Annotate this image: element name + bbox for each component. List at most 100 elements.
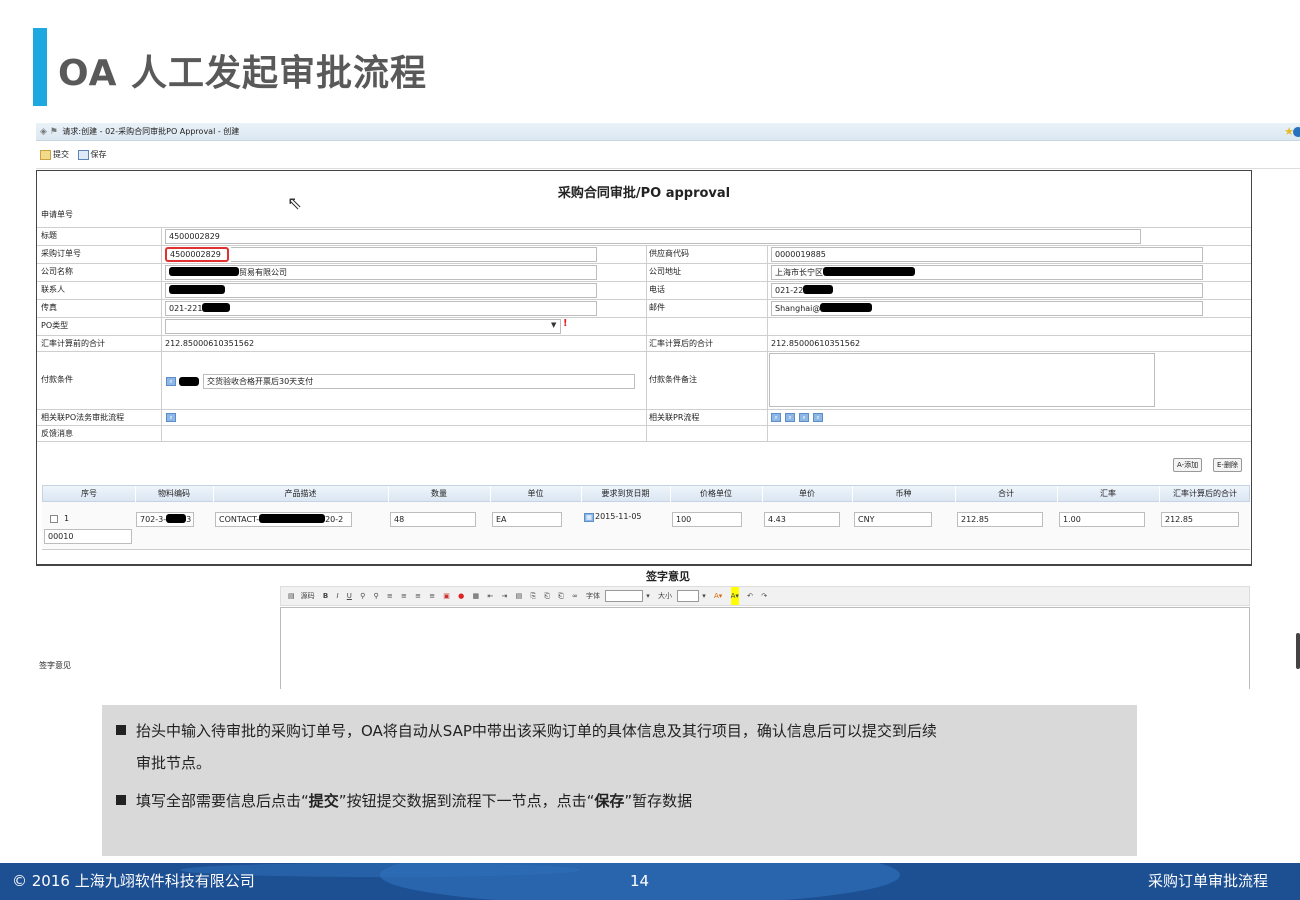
unit-price-input[interactable]: 4.43 [764,512,840,527]
signature-editor[interactable] [280,607,1250,689]
source-button[interactable]: 源码 [301,587,315,605]
calendar-icon[interactable]: ▦ [584,513,594,522]
pre-total-label: 汇率计算前的合计 [41,339,105,348]
contact-label: 联系人 [41,285,65,294]
paste-icon[interactable]: ⎗ [544,587,550,605]
payment-terms-label: 付款条件 [41,375,73,384]
company-label: 公司名称 [41,267,73,276]
total-input[interactable]: 212.85 [957,512,1043,527]
price-unit-input[interactable]: 100 [672,512,742,527]
table-icon[interactable]: ▦ [473,587,480,605]
chevron-down-icon[interactable]: ▾ [702,587,706,605]
search-icon[interactable]: ⌕ [785,413,795,422]
redacted-block [803,285,834,294]
email-label: 邮件 [649,303,665,312]
copyright-text: © 2016 上海九翊软件科技有限公司 [12,872,255,890]
align-center-icon[interactable]: ≡ [401,587,407,605]
notes-box: 抬头中输入待审批的采购订单号，OA将自动从SAP中带出该采购订单的具体信息及其行… [102,705,1137,856]
po-no-input[interactable]: 4500002829 [165,247,229,262]
text-color-icon[interactable]: A▾ [714,587,722,605]
item-no-input[interactable]: 00010 [44,529,132,544]
window-toolbar: 提交 保存 [36,141,1300,169]
po-no-label: 采购订单号 [41,249,81,258]
vendor-code-input[interactable]: 0000019885 [771,247,1203,262]
payment-notes-label: 付款条件备注 [649,375,697,384]
payment-terms-input[interactable]: 交货验收合格开票后30天支付 [203,374,635,389]
company-addr-input[interactable]: 上海市长宁区 [771,265,1203,280]
outdent-icon[interactable]: ⇤ [487,587,493,605]
unit-input[interactable]: EA [492,512,562,527]
post-total-value: 212.85000610351562 [771,339,861,348]
search-icon[interactable]: ⌕ [166,413,176,422]
window-titlebar: ◈ ⚑ 请求:创建 - 02-采购合同审批PO Approval - 创建 ★ [36,123,1300,141]
col-header: 数量 [431,489,447,498]
contact-input[interactable] [165,283,597,298]
page-icon: ◈ ⚑ [40,127,58,137]
company-input[interactable]: 贸易有限公司 [165,265,597,280]
phone-input[interactable]: 021-22 [771,283,1203,298]
scroll-handle[interactable] [1296,633,1300,669]
font-select[interactable] [605,590,644,602]
underline-icon[interactable]: U [347,587,352,605]
indent-icon[interactable]: ⇥ [501,587,507,605]
fax-input[interactable]: 021-221 [165,301,597,316]
submit-icon [40,150,51,160]
save-button[interactable]: 保存 [77,141,107,169]
source-icon[interactable]: ▤ [288,587,295,605]
align-right-icon[interactable]: ≡ [415,587,421,605]
delete-row-button[interactable]: E-删除 [1213,458,1242,472]
email-input[interactable]: Shanghai@ [771,301,1203,316]
col-header: 汇率计算后的合计 [1173,489,1237,498]
col-header: 单价 [799,489,815,498]
bg-color-icon[interactable]: A▾ [730,587,739,605]
undo-icon[interactable]: ↶ [747,587,753,605]
page-number: 14 [630,872,650,890]
chevron-down-icon[interactable]: ▾ [646,587,650,605]
link-icon[interactable]: ∞ [572,587,578,605]
template-icon[interactable]: ▤ [516,587,523,605]
converted-total-input[interactable]: 212.85 [1161,512,1239,527]
bold-icon[interactable]: B [323,587,328,605]
italic-icon[interactable]: I [336,587,338,605]
submit-button[interactable]: 提交 [40,141,69,169]
redacted-block [179,377,199,386]
search-icon[interactable]: ⌕ [799,413,809,422]
payment-notes-textarea[interactable] [769,353,1155,407]
chevron-down-icon[interactable]: ▼ [551,321,556,329]
paste-word-icon[interactable]: ⎗ [558,587,564,605]
add-row-button[interactable]: A-添加 [1173,458,1203,472]
po-no-input-rest[interactable] [231,247,597,262]
col-header: 物料编码 [158,489,190,498]
required-mark-icon: ! [563,318,568,329]
search-icon[interactable]: ⌕ [771,413,781,422]
qty-input[interactable]: 48 [390,512,476,527]
product-desc-input[interactable]: CONTACT- 20-2 [215,512,352,527]
request-no-label: 申请单号 [41,210,73,219]
globe-icon[interactable] [1293,127,1300,137]
col-header: 序号 [81,489,97,498]
image-icon[interactable]: ▣ [443,587,450,605]
fax-label: 传真 [41,303,57,312]
justify-icon[interactable]: ≡ [429,587,435,605]
note-1-continued: 审批节点。 [136,754,212,772]
table-row: 1 00010 702-3- 3 CONTACT- 20-2 48 EA ▦ 201… [42,502,1250,550]
copy-icon[interactable]: ⎘ [530,587,536,605]
search-icon[interactable]: ⌕ [166,377,176,386]
material-input[interactable]: 702-3- 3 [136,512,194,527]
find-icon[interactable]: ⚲ [360,587,365,605]
size-select[interactable] [677,590,700,602]
currency-input[interactable]: CNY [854,512,932,527]
subject-input[interactable]: 4500002829 [165,229,1141,244]
submit-keyword: 提交 [308,792,339,810]
align-left-icon[interactable]: ≡ [387,587,393,605]
row-seq: 1 [64,514,70,523]
po-type-select[interactable] [165,319,561,334]
redacted-block [823,267,915,276]
flash-icon[interactable]: ● [458,587,464,605]
replace-icon[interactable]: ⚲ [373,587,378,605]
search-icon[interactable]: ⌕ [813,413,823,422]
rate-input[interactable]: 1.00 [1059,512,1145,527]
po-approval-form: 采购合同审批/PO approval ⇖ 申请单号 标题 采购订单号 公司名称 … [36,170,1252,566]
row-checkbox[interactable] [50,515,58,523]
redo-icon[interactable]: ↷ [761,587,767,605]
